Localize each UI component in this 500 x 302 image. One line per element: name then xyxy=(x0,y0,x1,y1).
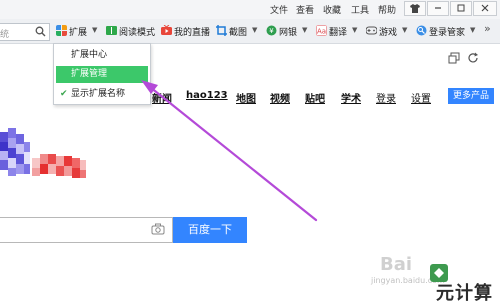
watermark-logo: 元计算 xyxy=(428,262,500,302)
watermark-logo-text: 元计算 xyxy=(436,283,493,302)
annotation-arrow xyxy=(141,80,318,222)
watermark-brand: Bai xyxy=(380,254,413,275)
